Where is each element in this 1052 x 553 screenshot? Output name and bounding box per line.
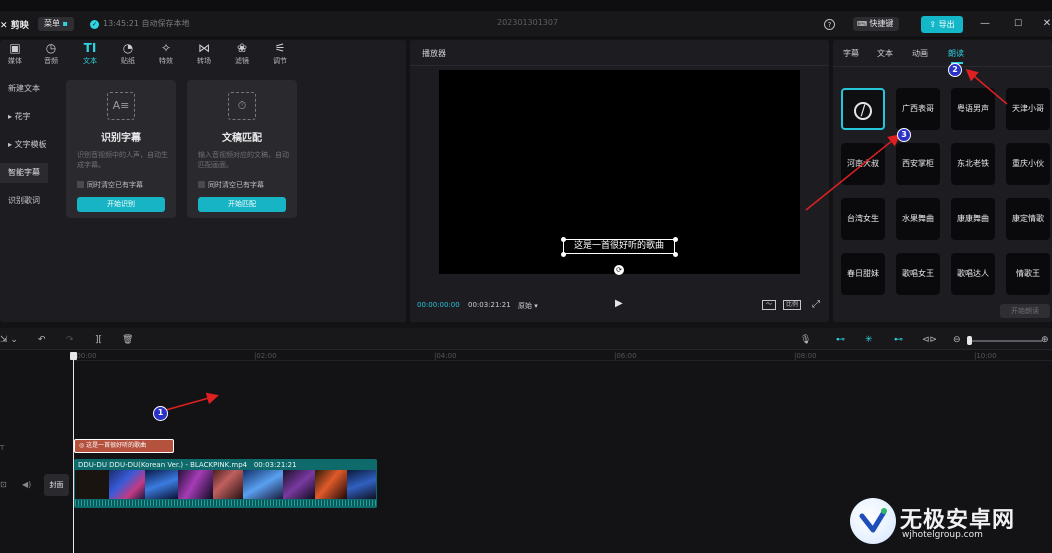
annotation-marker-2: 2 (948, 63, 962, 77)
watermark-url: wjhotelgroup.com (902, 530, 983, 540)
arrow-3 (805, 134, 901, 211)
annotation-marker-1: 1 (153, 406, 168, 421)
watermark-logo-icon (850, 498, 896, 544)
watermark: 无极安卓网 wjhotelgroup.com (850, 494, 1050, 550)
arrow-1 (165, 392, 219, 411)
annotation-arrows (165, 69, 1008, 411)
annotation-marker-3: 3 (897, 128, 911, 142)
arrow-2 (965, 69, 1008, 105)
